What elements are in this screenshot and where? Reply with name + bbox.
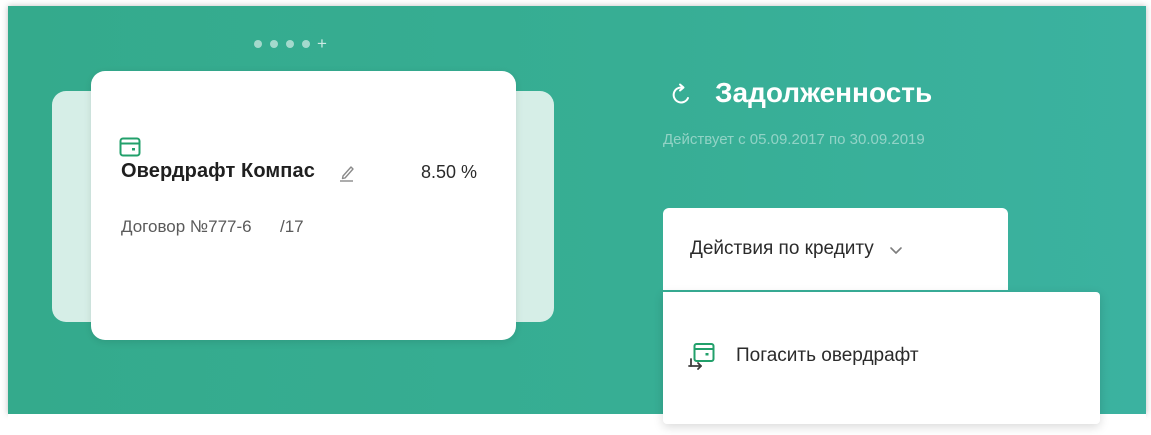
card-pager: + (254, 35, 327, 52)
add-product-button[interactable]: + (317, 35, 327, 52)
debt-title: Задолженность (715, 77, 933, 108)
credit-actions-label: Действия по кредиту (690, 238, 874, 259)
pager-dot[interactable] (270, 40, 278, 48)
credit-actions-button[interactable]: Действия по кредиту (663, 208, 1008, 290)
chevron-down-icon (888, 243, 904, 255)
contract-number: Договор №777-6 /17 (121, 217, 304, 236)
pencil-icon[interactable] (338, 162, 358, 182)
pager-dot[interactable] (286, 40, 294, 48)
refresh-icon[interactable] (670, 83, 694, 107)
overdraft-card[interactable]: Овердрафт Компас 8.50 % Договор №777-6 /… (91, 71, 516, 340)
interest-rate: 8.50 % (421, 162, 478, 182)
payoff-icon (687, 340, 717, 372)
pager-dot[interactable] (302, 40, 310, 48)
wallet-icon (119, 137, 141, 157)
pager-dot[interactable] (254, 40, 262, 48)
menu-item-repay-overdraft[interactable]: Погасить овердрафт (687, 340, 919, 372)
page: + Овердрафт Компас 8.50 % Договор №777-6… (0, 0, 1151, 435)
menu-item-label: Погасить овердрафт (736, 345, 919, 366)
validity-period: Действует с 05.09.2017 по 30.09.2019 (663, 131, 925, 148)
credit-actions-menu: Погасить овердрафт (663, 292, 1100, 424)
product-name: Овердрафт Компас (121, 160, 315, 182)
